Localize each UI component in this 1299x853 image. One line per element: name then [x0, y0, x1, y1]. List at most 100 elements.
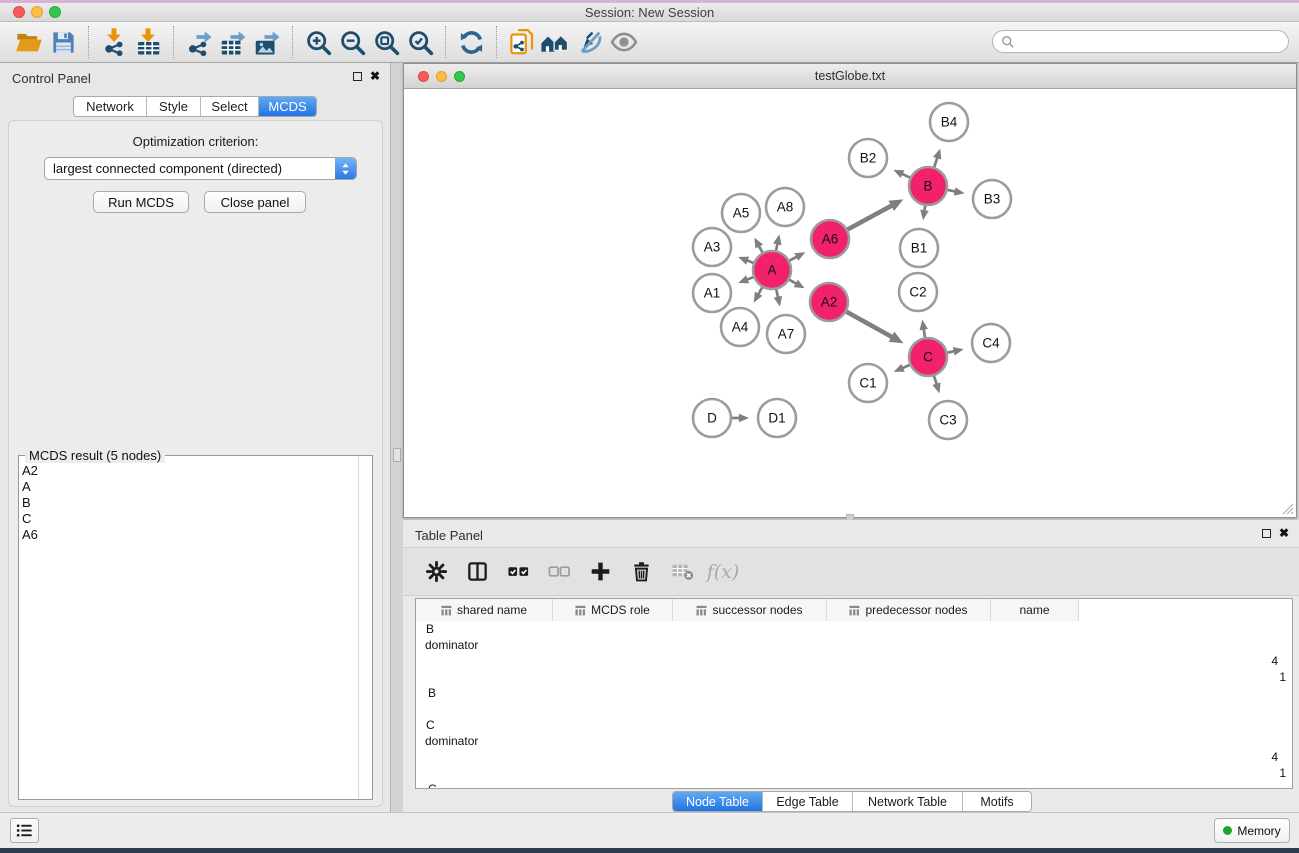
result-item[interactable]: A2 [22, 463, 358, 479]
column-header-MCDS-role[interactable]: MCDS role [553, 599, 673, 621]
add-column-button[interactable] [587, 559, 613, 585]
graph-edge-A-A6[interactable] [790, 257, 798, 261]
result-item[interactable]: C [22, 511, 358, 527]
graph-node-D[interactable]: D [693, 399, 731, 437]
delete-table-button[interactable] [669, 559, 695, 585]
graph-node-B3[interactable]: B3 [973, 180, 1011, 218]
graph-node-D1[interactable]: D1 [758, 399, 796, 437]
resize-grip-icon[interactable] [1281, 502, 1294, 515]
graph-node-B4[interactable]: B4 [930, 103, 968, 141]
graph-node-A3[interactable]: A3 [693, 228, 731, 266]
import-table-button[interactable] [131, 26, 165, 58]
graph-edge-A-A7[interactable] [776, 290, 778, 298]
column-header-name[interactable]: name [991, 599, 1079, 621]
table-cell[interactable]: 1 [416, 765, 1292, 781]
graph-edge-C-C2[interactable] [924, 329, 925, 338]
close-panel-icon[interactable]: ✖ [1279, 528, 1289, 538]
graph-edge-B-B3[interactable] [948, 190, 956, 192]
table-cell[interactable]: 4 [416, 653, 1292, 669]
graph-node-A2[interactable]: A2 [810, 283, 848, 321]
result-item[interactable]: A [22, 479, 358, 495]
result-scrollbar[interactable] [358, 456, 372, 799]
zoom-in-button[interactable] [301, 26, 335, 58]
open-session-button[interactable] [12, 26, 46, 58]
table-cell[interactable]: B [416, 685, 1292, 701]
table-cell[interactable]: 1 [416, 669, 1292, 685]
graph-node-A8[interactable]: A8 [766, 188, 804, 226]
graph-node-C3[interactable]: C3 [929, 401, 967, 439]
graph-node-B[interactable]: B [909, 167, 947, 205]
result-item[interactable]: B [22, 495, 358, 511]
tab-mcds[interactable]: MCDS [259, 97, 316, 116]
graph-edge-A2-C[interactable] [846, 312, 892, 338]
delete-column-button[interactable] [628, 559, 654, 585]
graph-node-C[interactable]: C [909, 338, 947, 376]
select-all-rows-button[interactable] [505, 559, 531, 585]
graph-node-C2[interactable]: C2 [899, 273, 937, 311]
tab-style[interactable]: Style [147, 97, 201, 116]
result-item[interactable]: A6 [22, 527, 358, 543]
table-cell[interactable]: dominator [416, 733, 1292, 749]
graph-edge-A-A8[interactable] [776, 243, 777, 250]
deselect-all-rows-button[interactable] [546, 559, 572, 585]
search-box[interactable] [992, 30, 1289, 53]
graph-edge-C-C3[interactable] [934, 376, 937, 385]
graph-node-C1[interactable]: C1 [849, 364, 887, 402]
graph-node-B2[interactable]: B2 [849, 139, 887, 177]
export-image-button[interactable] [250, 26, 284, 58]
graph-edge-A-A3[interactable] [747, 260, 754, 263]
graph-node-B1[interactable]: B1 [900, 229, 938, 267]
import-network-button[interactable] [97, 26, 131, 58]
show-columns-button[interactable] [464, 559, 490, 585]
graph-node-A6[interactable]: A6 [811, 220, 849, 258]
graph-edge-C-C1[interactable] [902, 365, 910, 368]
float-panel-icon[interactable] [353, 72, 362, 81]
table-cell[interactable]: B [416, 621, 1292, 637]
graph-edge-B-B2[interactable] [902, 174, 910, 178]
graph-node-A[interactable]: A [753, 251, 791, 289]
graph-edge-A-A2[interactable] [789, 280, 796, 284]
table-cell[interactable]: C [416, 781, 1292, 789]
graph-edge-A-A1[interactable] [747, 277, 754, 280]
tab-edge-table[interactable]: Edge Table [763, 792, 853, 811]
graph-edge-A-A4[interactable] [758, 287, 762, 294]
tab-node-table[interactable]: Node Table [673, 792, 763, 811]
graph-edge-A-A5[interactable] [759, 246, 763, 253]
close-panel-button[interactable]: Close panel [204, 191, 306, 213]
apply-layout-button[interactable] [454, 26, 488, 58]
run-mcds-button[interactable]: Run MCDS [93, 191, 189, 213]
show-all-button[interactable] [539, 26, 573, 58]
tab-motifs[interactable]: Motifs [963, 792, 1031, 811]
table-cell[interactable]: dominator [416, 637, 1292, 653]
zoom-out-button[interactable] [335, 26, 369, 58]
criterion-dropdown[interactable]: largest connected component (directed) [44, 157, 357, 180]
clone-network-button[interactable] [505, 26, 539, 58]
zoom-selected-button[interactable] [403, 26, 437, 58]
app-titlebar[interactable]: Session: New Session [0, 3, 1299, 22]
search-input[interactable] [1019, 35, 1269, 49]
graph-node-A4[interactable]: A4 [721, 308, 759, 346]
table-cell[interactable]: C [416, 717, 1292, 733]
column-header-predecessor-nodes[interactable]: predecessor nodes [827, 599, 991, 621]
task-history-button[interactable] [10, 818, 39, 843]
toggle-graphics-details-button[interactable] [607, 26, 641, 58]
export-network-button[interactable] [182, 26, 216, 58]
tab-network[interactable]: Network [74, 97, 147, 116]
network-window-titlebar[interactable]: testGlobe.txt [404, 64, 1296, 89]
zoom-fit-button[interactable] [369, 26, 403, 58]
graph-node-C4[interactable]: C4 [972, 324, 1010, 362]
column-header-successor-nodes[interactable]: successor nodes [673, 599, 827, 621]
graph-node-A1[interactable]: A1 [693, 274, 731, 312]
function-builder-button[interactable]: f(x) [710, 559, 736, 585]
memory-button[interactable]: Memory [1214, 818, 1290, 843]
graph-node-A7[interactable]: A7 [767, 315, 805, 353]
export-table-button[interactable] [216, 26, 250, 58]
panel-splitter-handle[interactable] [393, 448, 401, 462]
tab-select[interactable]: Select [201, 97, 259, 116]
column-header-shared-name[interactable]: shared name [416, 599, 553, 621]
float-panel-icon[interactable] [1262, 529, 1271, 538]
table-settings-button[interactable] [423, 559, 449, 585]
graph-edge-C-C4[interactable] [948, 351, 955, 353]
graph-edge-A6-B[interactable] [848, 205, 893, 229]
table-cell[interactable]: 4 [416, 749, 1292, 765]
